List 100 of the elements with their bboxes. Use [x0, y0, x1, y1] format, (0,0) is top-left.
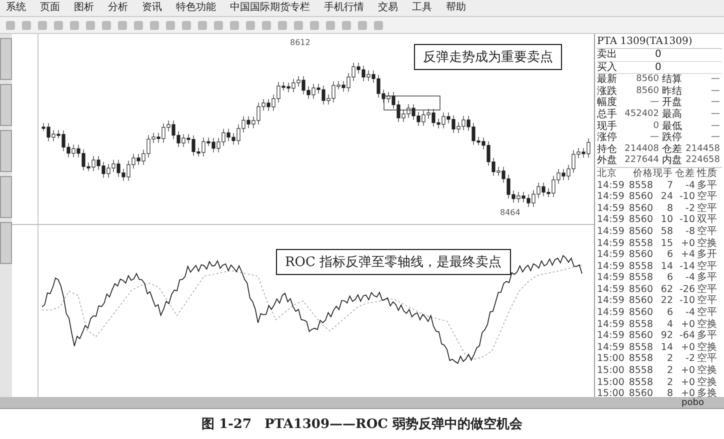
- stat-label: 涨停: [597, 132, 618, 144]
- table-cell-text: 6: [666, 307, 673, 319]
- side-tab[interactable]: [0, 130, 12, 172]
- table-cell-text: -2: [684, 202, 695, 214]
- stat-value: 224658: [684, 155, 720, 167]
- side-tab[interactable]: [0, 38, 12, 80]
- table-cell-text: 8558: [628, 353, 653, 366]
- table-cell-text: -4: [684, 180, 695, 192]
- stat-label: 结算: [662, 74, 683, 86]
- table-cell-text: +0: [680, 388, 695, 400]
- table-cell-text: 空换: [696, 342, 717, 353]
- table-cell: 14:59: [597, 260, 625, 272]
- order-value: 0: [655, 62, 662, 74]
- table-cell: 14:59: [597, 295, 625, 308]
- order-value: 0: [655, 49, 662, 61]
- stat-value: —: [710, 74, 720, 86]
- table-cell-text: 2: [666, 365, 673, 377]
- menu-item[interactable]: 中国国际期货专栏: [230, 2, 310, 14]
- stat-label: 开盘: [662, 97, 683, 108]
- table-cell-text: 10: [660, 214, 673, 226]
- stat-value: 214458: [684, 144, 720, 155]
- table-cell-text: 4: [666, 318, 673, 330]
- stat-value: 0: [652, 120, 659, 132]
- menu-item[interactable]: 帮助: [446, 2, 466, 14]
- stat-value: —: [649, 132, 659, 144]
- stat-label: 最高: [662, 108, 683, 121]
- order-label: 卖出: [597, 49, 618, 61]
- table-cell-text: 15: [660, 238, 673, 250]
- table-cell-text: 多平: [696, 330, 717, 342]
- table-cell-text: 空换: [696, 238, 717, 249]
- table-cell: 15:00: [597, 353, 625, 366]
- table-cell: 14:59: [597, 318, 625, 330]
- stat-label: 幅度: [597, 97, 618, 108]
- table-cell-text: 14: [660, 260, 673, 272]
- table-cell-text: -4: [684, 272, 695, 284]
- table-cell-text: -8: [684, 226, 695, 238]
- table-cell: 14:59: [597, 330, 625, 342]
- menu-item[interactable]: 手机行情: [324, 2, 364, 14]
- menu-item[interactable]: 图析: [74, 2, 94, 14]
- stat-value: —: [710, 132, 720, 144]
- column-header: 现手: [653, 168, 673, 180]
- figure-caption: 图 1-27 PTA1309——ROC 弱势反弹中的做空机会: [200, 416, 524, 434]
- order-label: 买入: [597, 62, 618, 74]
- menu-item[interactable]: 交易: [378, 2, 398, 14]
- table-cell-text: 7: [666, 180, 673, 192]
- table-cell-text: 22: [660, 295, 673, 308]
- stat-value: —: [710, 97, 720, 109]
- column-header: 仓差: [674, 168, 695, 180]
- table-cell-text: 6: [666, 249, 673, 261]
- table-cell-text: 8558: [628, 342, 653, 354]
- stat-label: 昨结: [662, 86, 683, 97]
- table-cell-text: 8560: [628, 330, 653, 342]
- table-cell-text: 8560: [628, 388, 653, 400]
- table-cell: 14:59: [597, 180, 625, 192]
- table-cell-text: -10: [678, 214, 695, 226]
- menu-item[interactable]: 资讯: [142, 2, 162, 14]
- menu-item[interactable]: 特色功能: [176, 2, 216, 14]
- side-tab[interactable]: [0, 176, 12, 218]
- stat-label: 涨跌: [597, 86, 618, 97]
- side-tab[interactable]: [0, 84, 12, 126]
- stat-label: 最低: [662, 120, 683, 132]
- table-cell-text: -10: [678, 191, 695, 203]
- table-cell-text: 8558: [628, 365, 653, 377]
- table-cell-text: -4: [684, 307, 695, 319]
- menu-item[interactable]: 分析: [108, 2, 128, 14]
- menu-item[interactable]: 工具: [412, 2, 432, 14]
- table-cell: 14:59: [597, 202, 625, 214]
- table-cell: 14:59: [597, 249, 625, 261]
- stat-label: 外盘: [597, 155, 618, 167]
- stat-label: 最新: [597, 74, 618, 86]
- table-cell-text: 92: [660, 330, 673, 342]
- table-cell-text: 8558: [628, 272, 653, 284]
- stat-label: 现手: [597, 120, 618, 132]
- menu-item[interactable]: 系统: [6, 2, 26, 14]
- stat-value: —: [710, 108, 720, 121]
- table-cell-text: 24: [660, 191, 673, 203]
- callout-text: ROC 指标反弹至零轴线，是最终卖点: [276, 249, 511, 275]
- table-cell: 15:00: [597, 376, 625, 388]
- table-cell: 14:59: [597, 214, 625, 226]
- stat-label: 仓差: [662, 144, 683, 155]
- table-cell: 14:59: [597, 272, 625, 284]
- status-text: pobo: [682, 398, 704, 408]
- stat-value: 8560: [635, 74, 659, 86]
- table-cell-text: 空换: [696, 365, 717, 376]
- stat-value: —: [710, 120, 720, 132]
- table-cell-text: 8560: [628, 284, 653, 296]
- stat-label: 总手: [597, 108, 618, 120]
- table-cell-text: 8558: [628, 238, 653, 250]
- table-cell: 15:00: [597, 365, 625, 377]
- table-cell-text: -14: [678, 260, 695, 272]
- table-cell-text: -64: [678, 330, 695, 342]
- table-cell-text: 8560: [628, 295, 653, 308]
- low-price-label: 8464: [500, 208, 520, 217]
- side-tab[interactable]: [0, 222, 12, 264]
- table-cell: 14:59: [597, 284, 625, 296]
- menu-item[interactable]: 页面: [40, 2, 60, 14]
- table-cell-text: 8558: [628, 318, 653, 330]
- table-cell-text: 8560: [628, 202, 653, 214]
- table-cell: 15:00: [597, 388, 625, 400]
- column-header: 北京: [597, 168, 618, 180]
